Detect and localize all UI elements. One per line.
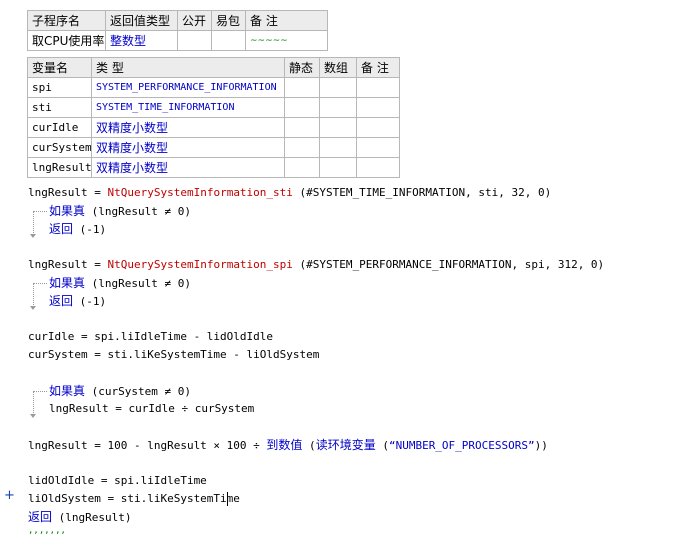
header-var-name: 变量名	[27, 57, 92, 78]
condition: (lngResult ≠ 0)	[85, 277, 191, 290]
block-guide	[33, 391, 47, 392]
code-line[interactable]: 返回 (-1)	[49, 293, 106, 309]
down-arrow-icon	[30, 306, 36, 310]
variable-row[interactable]: spi SYSTEM_PERFORMANCE_INFORMATION	[27, 77, 400, 98]
return-keyword: 返回	[28, 510, 53, 524]
variable-row[interactable]: lngResult 双精度小数型	[27, 157, 400, 178]
var-note-cell[interactable]	[356, 117, 400, 138]
var-static-cell[interactable]	[284, 117, 320, 138]
code-line[interactable]: lngResult = curIdle ÷ curSystem	[49, 401, 254, 417]
variable-row[interactable]: sti SYSTEM_TIME_INFORMATION	[27, 97, 400, 118]
block-guide	[33, 391, 34, 415]
var-array-cell[interactable]	[319, 97, 357, 118]
var-static-cell[interactable]	[284, 137, 320, 158]
var-array-cell[interactable]	[319, 137, 357, 158]
code-line[interactable]: lngResult = 100 - lngResult × 100 ÷ 到数值 …	[28, 437, 548, 453]
header-return-type: 返回值类型	[105, 10, 178, 31]
subroutine-table: 子程序名 返回值类型 公开 易包 备 注 取CPU使用率 整数型 ~~~~~	[27, 10, 328, 51]
header-array: 数组	[319, 57, 357, 78]
header-public: 公开	[177, 10, 212, 31]
code-line[interactable]: 如果真 (curSystem ≠ 0)	[49, 383, 191, 399]
to-number-function: 到数值	[266, 438, 303, 452]
public-cell[interactable]	[177, 30, 212, 51]
var-note-cell[interactable]	[356, 157, 400, 178]
var-type-cell[interactable]: 双精度小数型	[91, 157, 285, 178]
return-args: (-1)	[73, 295, 107, 308]
code-line[interactable]: lidOldIdle = spi.liIdleTime	[28, 473, 207, 489]
string-literal: “NUMBER_OF_PROCESSORS”	[388, 439, 535, 452]
var-type-cell[interactable]: 双精度小数型	[91, 117, 285, 138]
code-line[interactable]: 如果真 (lngResult ≠ 0)	[49, 275, 191, 291]
var-static-cell[interactable]	[284, 97, 320, 118]
var-name-cell[interactable]: lngResult	[27, 157, 92, 178]
var-type-cell[interactable]: SYSTEM_TIME_INFORMATION	[91, 97, 285, 118]
code-line[interactable]: 如果真 (lngResult ≠ 0)	[49, 203, 191, 219]
return-args: (-1)	[73, 223, 107, 236]
header-sub-name: 子程序名	[27, 10, 106, 31]
variable-row[interactable]: curIdle 双精度小数型	[27, 117, 400, 138]
block-guide	[33, 283, 47, 284]
function-call: NtQuerySystemInformation_spi	[107, 258, 293, 271]
block-guide	[33, 211, 34, 235]
var-static-cell[interactable]	[284, 77, 320, 98]
var-name-cell[interactable]: spi	[27, 77, 92, 98]
assign-lhs: lngResult =	[28, 186, 108, 199]
paren: (	[375, 439, 389, 452]
function-call: NtQuerySystemInformation_sti	[107, 186, 293, 199]
var-name-cell[interactable]: curIdle	[27, 117, 92, 138]
paren: ))	[534, 439, 548, 452]
call-args: (#SYSTEM_TIME_INFORMATION, sti, 32, 0)	[292, 186, 552, 199]
assign-lhs: lngResult =	[28, 258, 108, 271]
return-type-cell[interactable]: 整数型	[105, 30, 178, 51]
down-arrow-icon	[30, 414, 36, 418]
var-static-cell[interactable]	[284, 157, 320, 178]
if-keyword: 如果真	[49, 276, 86, 290]
header-var-note: 备 注	[356, 57, 400, 78]
var-name-cell[interactable]: sti	[27, 97, 92, 118]
header-static: 静态	[284, 57, 320, 78]
var-array-cell[interactable]	[319, 157, 357, 178]
text-cursor	[227, 492, 228, 506]
expression: lngResult = 100 - lngResult × 100 ÷	[28, 439, 267, 452]
if-keyword: 如果真	[49, 384, 86, 398]
code-line[interactable]: lngResult = NtQuerySystemInformation_spi…	[28, 257, 604, 273]
var-type-cell[interactable]: SYSTEM_PERFORMANCE_INFORMATION	[91, 77, 285, 98]
var-name-cell[interactable]: curSystem	[27, 137, 92, 158]
call-args: (#SYSTEM_PERFORMANCE_INFORMATION, spi, 3…	[292, 258, 605, 271]
code-line[interactable]: curIdle = spi.liIdleTime - lidOldIdle	[28, 329, 273, 345]
read-env-function: 读环境变量	[315, 438, 376, 452]
var-array-cell[interactable]	[319, 117, 357, 138]
easy-pack-cell[interactable]	[211, 30, 246, 51]
return-keyword: 返回	[49, 222, 74, 236]
var-note-cell[interactable]	[356, 97, 400, 118]
variable-table: 变量名 类 型 静态 数组 备 注 spi SYSTEM_PERFORMANCE…	[27, 57, 400, 178]
header-easy-pack: 易包	[211, 10, 246, 31]
code-line[interactable]: curSystem = sti.liKeSystemTime - liOldSy…	[28, 347, 319, 363]
return-keyword: 返回	[49, 294, 74, 308]
var-note-cell[interactable]	[356, 77, 400, 98]
condition: (curSystem ≠ 0)	[85, 385, 191, 398]
code-line[interactable]: 返回 (-1)	[49, 221, 106, 237]
var-type-cell[interactable]: 双精度小数型	[91, 137, 285, 158]
variable-row[interactable]: curSystem 双精度小数型	[27, 137, 400, 158]
header-note: 备 注	[245, 10, 328, 31]
add-line-icon[interactable]: +	[4, 488, 15, 503]
code-line[interactable]: liOldSystem = sti.liKeSystemTime	[28, 491, 240, 507]
comment-line[interactable]: ,,,,,,,	[28, 523, 66, 539]
note-cell[interactable]: ~~~~~	[245, 30, 328, 51]
sub-name-cell[interactable]: 取CPU使用率	[27, 30, 106, 51]
block-guide	[33, 283, 34, 307]
var-array-cell[interactable]	[319, 77, 357, 98]
code-line[interactable]: lngResult = NtQuerySystemInformation_sti…	[28, 185, 551, 201]
block-guide	[33, 211, 47, 212]
paren: (	[302, 439, 316, 452]
header-type: 类 型	[91, 57, 285, 78]
down-arrow-icon	[30, 234, 36, 238]
condition: (lngResult ≠ 0)	[85, 205, 191, 218]
var-note-cell[interactable]	[356, 137, 400, 158]
if-keyword: 如果真	[49, 204, 86, 218]
